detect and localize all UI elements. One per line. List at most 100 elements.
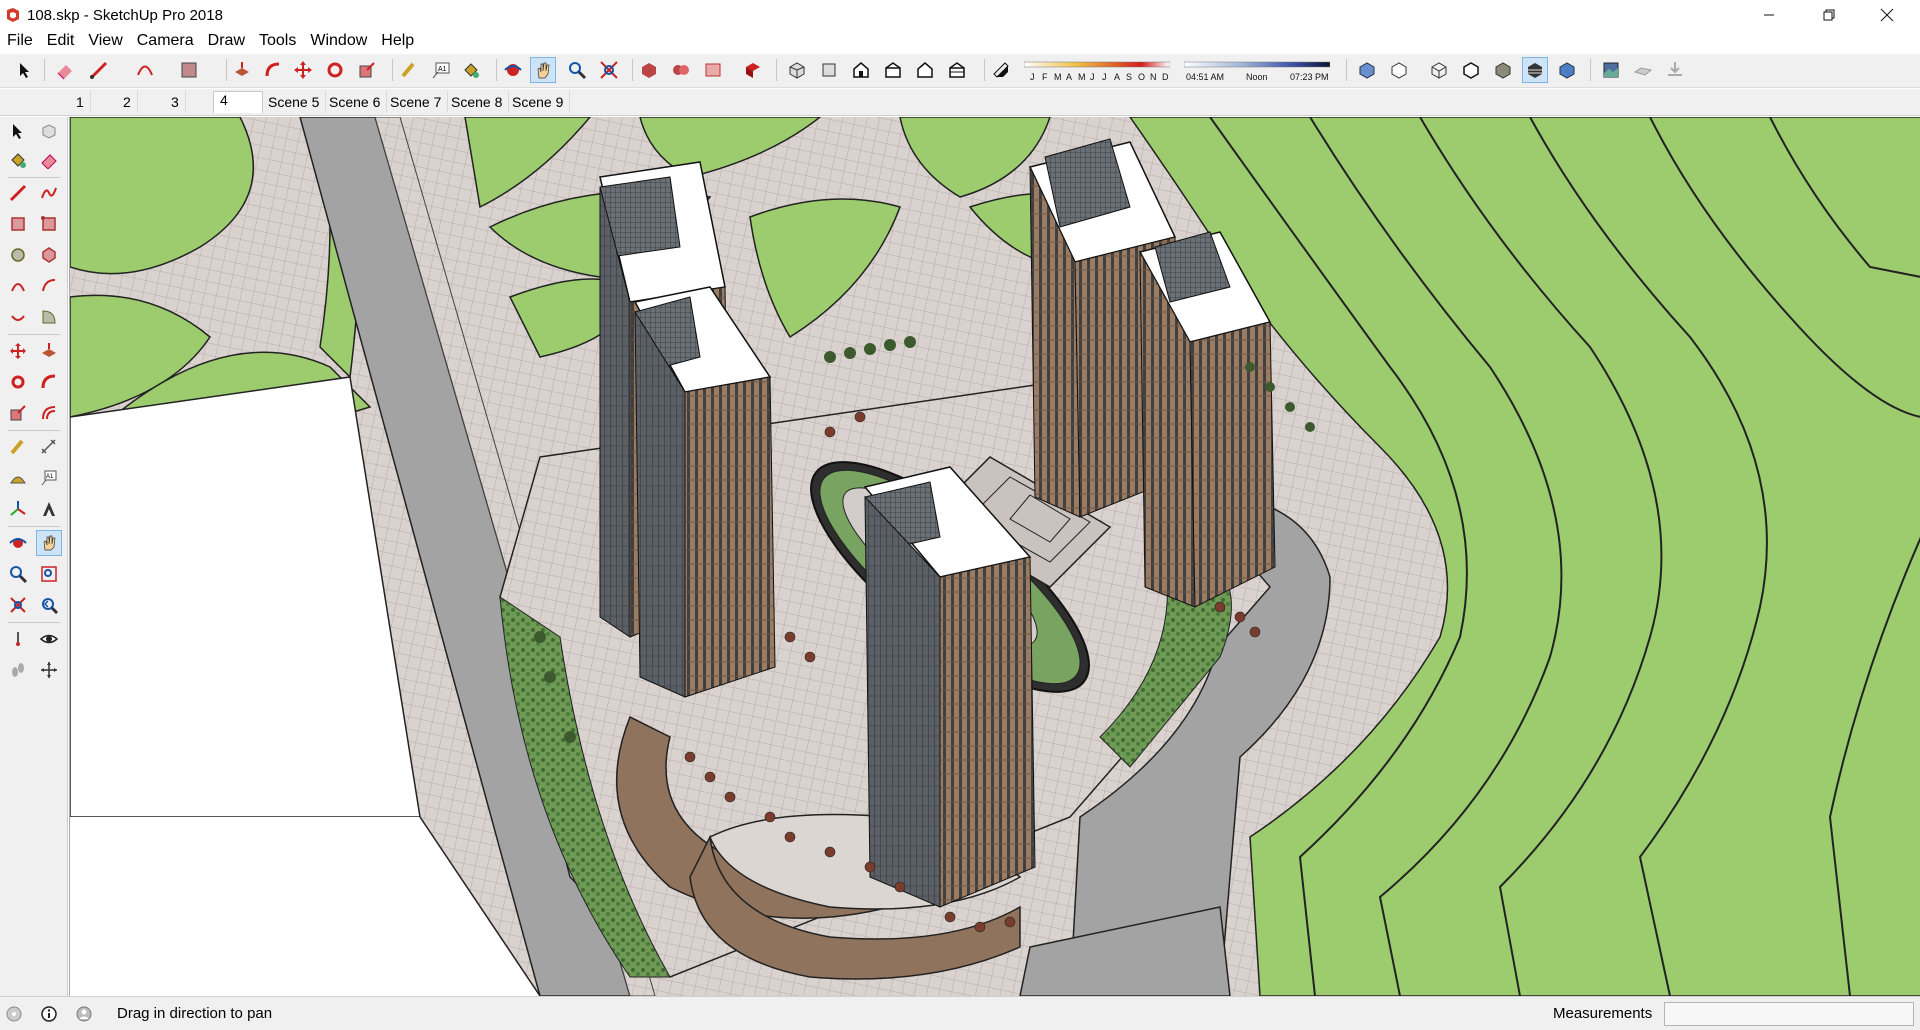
pencil-line-icon[interactable] (86, 57, 112, 83)
restore-icon[interactable] (1801, 0, 1857, 30)
scene-tab[interactable]: Scene 9 (506, 91, 571, 113)
previous-view-icon[interactable] (36, 592, 62, 618)
zoom-extents-icon[interactable] (596, 57, 622, 83)
follow-me-icon[interactable] (36, 369, 62, 395)
text-icon[interactable]: A1 (36, 465, 62, 491)
sandbox-stamp-icon[interactable] (1662, 57, 1688, 83)
look-around-icon[interactable] (36, 626, 62, 652)
rotate-icon[interactable] (5, 369, 31, 395)
orbit-icon[interactable] (5, 530, 31, 556)
select-arrow-icon[interactable] (12, 57, 38, 83)
scale-icon[interactable] (5, 400, 31, 426)
menu-edit[interactable]: Edit (40, 30, 82, 52)
follow-me-icon[interactable] (260, 57, 286, 83)
menu-draw[interactable]: Draw (201, 30, 252, 52)
select-icon[interactable] (5, 118, 31, 144)
front-view-icon[interactable] (848, 57, 874, 83)
walk-icon[interactable] (5, 657, 31, 683)
push-pull-icon[interactable] (36, 338, 62, 364)
geo-location-icon[interactable] (6, 1006, 22, 1022)
iso-view-icon[interactable] (784, 57, 810, 83)
extension-warehouse-icon[interactable] (668, 57, 694, 83)
orbit-icon[interactable] (500, 57, 526, 83)
text-icon[interactable]: A1 (428, 57, 454, 83)
zoom-icon[interactable] (5, 561, 31, 587)
zoom-window-icon[interactable] (36, 561, 62, 587)
back-edges-icon[interactable] (1386, 57, 1412, 83)
pan-icon[interactable] (36, 530, 62, 556)
top-view-icon[interactable] (816, 57, 842, 83)
eraser-icon[interactable] (52, 57, 78, 83)
zoom-extents-icon[interactable] (5, 592, 31, 618)
left-view-icon[interactable] (944, 57, 970, 83)
shaded-textures-icon[interactable] (1522, 57, 1548, 83)
axes-icon[interactable] (5, 496, 31, 522)
model-viewport[interactable] (69, 117, 1920, 996)
rotated-rectangle-icon[interactable] (36, 211, 62, 237)
measurements-input[interactable] (1664, 1002, 1914, 1026)
move-icon[interactable] (290, 57, 316, 83)
eraser-icon[interactable] (36, 147, 62, 173)
shaded-icon[interactable] (1490, 57, 1516, 83)
tape-measure-icon[interactable] (396, 57, 422, 83)
position-camera-icon[interactable] (5, 626, 31, 652)
match-photo-icon[interactable] (1598, 57, 1624, 83)
two-point-arc-icon[interactable] (36, 273, 62, 299)
layout-send-icon[interactable] (700, 57, 726, 83)
pan-hand-icon[interactable] (530, 57, 556, 83)
arc-icon[interactable] (5, 273, 31, 299)
scene-tab[interactable]: 2 (117, 91, 138, 113)
close-icon[interactable] (1859, 0, 1915, 30)
credits-info-icon[interactable] (41, 1006, 57, 1022)
extension-manager-icon[interactable] (740, 57, 766, 83)
menu-file[interactable]: File (0, 30, 40, 52)
user-account-icon[interactable] (76, 1006, 92, 1022)
hidden-line-icon[interactable] (1458, 57, 1484, 83)
shadows-toggle-icon[interactable] (988, 57, 1014, 83)
line-icon[interactable] (5, 180, 31, 206)
rectangle-icon[interactable] (5, 211, 31, 237)
scale-icon[interactable] (354, 57, 380, 83)
menu-help[interactable]: Help (374, 30, 421, 52)
move-icon[interactable] (5, 338, 31, 364)
scene-tab[interactable]: Scene 6 (323, 91, 388, 113)
menu-camera[interactable]: Camera (130, 30, 201, 52)
back-view-icon[interactable] (912, 57, 938, 83)
menu-view[interactable]: View (81, 30, 129, 52)
sandbox-icon[interactable] (1630, 57, 1656, 83)
right-view-icon[interactable] (880, 57, 906, 83)
3d-text-icon[interactable] (36, 496, 62, 522)
paint-bucket-icon[interactable] (458, 57, 484, 83)
menu-tools[interactable]: Tools (252, 30, 303, 52)
scene-tab[interactable]: Scene 5 (262, 91, 327, 113)
wireframe-icon[interactable] (1426, 57, 1452, 83)
zoom-icon[interactable] (564, 57, 590, 83)
circle-icon[interactable] (5, 242, 31, 268)
polygon-icon[interactable] (36, 242, 62, 268)
three-point-arc-icon[interactable] (5, 304, 31, 330)
rectangle-icon[interactable] (176, 57, 202, 83)
time-slider[interactable] (1184, 60, 1330, 72)
offset-icon[interactable] (36, 400, 62, 426)
rotate-icon[interactable] (322, 57, 348, 83)
scene-tab[interactable]: 1 (70, 91, 91, 113)
minimize-icon[interactable] (1741, 0, 1797, 30)
scene-tab[interactable]: Scene 8 (445, 91, 510, 113)
scene-tab[interactable]: 3 (165, 91, 186, 113)
section-plane-icon[interactable] (36, 657, 62, 683)
dimension-icon[interactable] (36, 434, 62, 460)
xray-icon[interactable] (1354, 57, 1380, 83)
scene-tab[interactable]: Scene 7 (384, 91, 449, 113)
pie-icon[interactable] (36, 304, 62, 330)
tape-measure-icon[interactable] (5, 434, 31, 460)
arc-icon[interactable] (132, 57, 158, 83)
monochrome-icon[interactable] (1554, 57, 1580, 83)
push-pull-icon[interactable] (229, 57, 255, 83)
protractor-icon[interactable] (5, 465, 31, 491)
menu-window[interactable]: Window (303, 30, 374, 52)
month-slider[interactable] (1024, 60, 1170, 72)
make-component-icon[interactable] (36, 118, 62, 144)
paint-bucket-icon[interactable] (5, 147, 31, 173)
3d-warehouse-icon[interactable] (636, 57, 662, 83)
freehand-icon[interactable] (36, 180, 62, 206)
